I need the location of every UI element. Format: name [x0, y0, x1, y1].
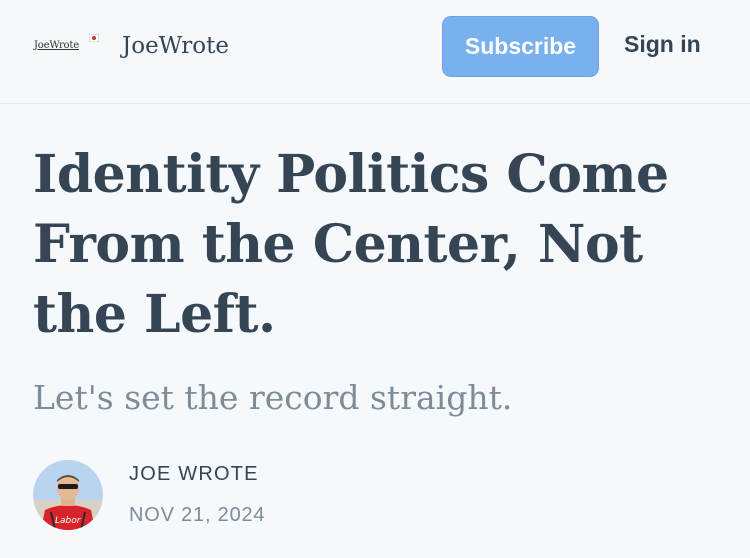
publication-logo[interactable]: JoeWrote	[34, 32, 100, 58]
sign-in-link[interactable]: Sign in	[624, 31, 701, 58]
publication-name[interactable]: JoeWrote	[122, 33, 229, 59]
author-name[interactable]: JOE WROTE	[129, 463, 259, 486]
subscribe-button[interactable]: Subscribe	[442, 16, 599, 77]
flag-icon	[89, 34, 99, 42]
avatar-photo: Labor	[33, 460, 103, 530]
site-header: JoeWrote JoeWrote Subscribe Sign in	[0, 0, 750, 104]
avatar-shirt-text: Labor	[55, 516, 82, 526]
post-date: NOV 21, 2024	[129, 504, 266, 526]
article-subtitle: Let's set the record straight.	[33, 378, 513, 417]
article-title: Identity Politics Come From the Center, …	[33, 144, 669, 345]
logo-text: JoeWrote	[34, 39, 79, 51]
author-avatar[interactable]: Labor	[33, 460, 103, 530]
